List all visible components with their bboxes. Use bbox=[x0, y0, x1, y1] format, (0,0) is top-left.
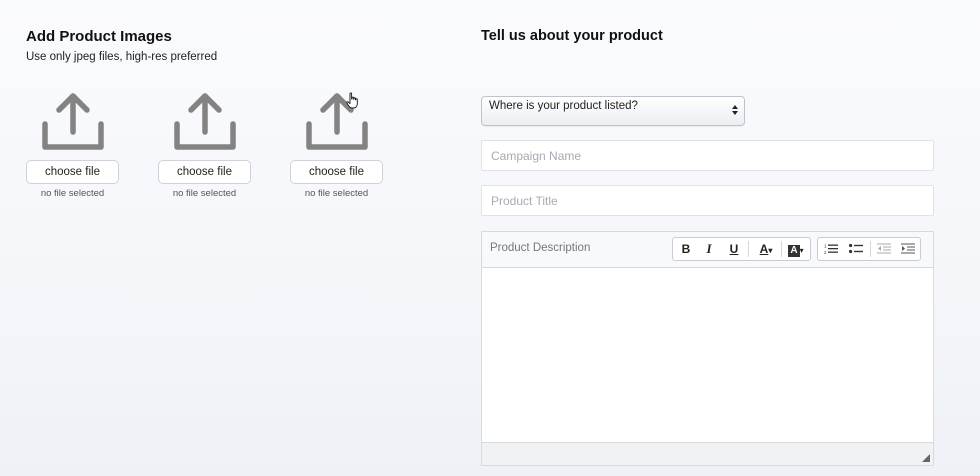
font-color-button[interactable]: A▾ bbox=[752, 238, 780, 260]
outdent-button[interactable] bbox=[873, 238, 895, 260]
toolbar-divider bbox=[781, 241, 782, 257]
upload-icon bbox=[41, 93, 104, 150]
product-description-editor: Product Description B I U A▾ A ▾ 1 2 bbox=[481, 231, 934, 466]
product-images-section: Add Product Images Use only jpeg files, … bbox=[26, 28, 446, 448]
image-uploaders: choose file no file selected choose file… bbox=[26, 90, 426, 210]
choose-file-button-1[interactable]: choose file bbox=[26, 160, 119, 184]
image-uploader-3: choose file no file selected bbox=[290, 90, 383, 199]
product-section-title: Tell us about your product bbox=[481, 28, 663, 44]
ordered-list-icon: 1 2 bbox=[824, 244, 838, 255]
underline-icon: U bbox=[729, 242, 739, 256]
indent-button[interactable] bbox=[897, 238, 919, 260]
product-title-input[interactable] bbox=[481, 185, 934, 216]
file-status-3: no file selected bbox=[304, 188, 369, 199]
image-uploader-2: choose file no file selected bbox=[158, 90, 251, 199]
list-toolbar-group: 1 2 bbox=[817, 237, 921, 261]
bold-icon: B bbox=[681, 242, 691, 256]
select-arrows-icon bbox=[732, 105, 738, 115]
upload-icon bbox=[173, 93, 236, 150]
image-uploader-1: choose file no file selected bbox=[26, 90, 119, 199]
resize-grip-icon[interactable] bbox=[922, 454, 930, 462]
product-description-label: Product Description bbox=[490, 242, 591, 254]
file-status-1: no file selected bbox=[40, 188, 105, 199]
hand-cursor-icon bbox=[346, 92, 358, 109]
choose-file-button-2[interactable]: choose file bbox=[158, 160, 251, 184]
italic-icon: I bbox=[706, 241, 712, 256]
choose-file-button-3[interactable]: choose file bbox=[290, 160, 383, 184]
ordered-list-button[interactable]: 1 2 bbox=[820, 238, 842, 260]
svg-text:2: 2 bbox=[824, 250, 827, 255]
images-section-subtitle: Use only jpeg files, high-res preferred bbox=[26, 51, 218, 63]
listing-platform-value: Where is your product listed? bbox=[489, 100, 638, 112]
caret-icon: ▾ bbox=[768, 246, 773, 255]
svg-text:1: 1 bbox=[824, 244, 827, 249]
unordered-list-button[interactable] bbox=[845, 238, 867, 260]
toolbar-divider bbox=[870, 241, 871, 257]
bold-button[interactable]: B bbox=[675, 238, 697, 260]
format-toolbar-group: B I U A▾ A ▾ bbox=[672, 237, 811, 261]
outdent-icon bbox=[877, 243, 891, 254]
unordered-list-icon bbox=[849, 243, 863, 254]
toolbar-divider bbox=[748, 241, 749, 257]
underline-button[interactable]: U bbox=[723, 238, 745, 260]
caret-icon: ▾ bbox=[799, 246, 804, 255]
campaign-name-input[interactable] bbox=[481, 140, 934, 171]
highlight-color-button[interactable]: A ▾ bbox=[783, 238, 809, 260]
highlight-color-icon: A bbox=[788, 245, 800, 257]
editor-header: Product Description B I U A▾ A ▾ 1 2 bbox=[482, 232, 933, 268]
italic-button[interactable]: I bbox=[698, 238, 720, 260]
product-details-section: Tell us about your product Where is your… bbox=[481, 28, 935, 468]
editor-footer bbox=[482, 442, 933, 465]
listing-platform-select[interactable]: Where is your product listed? bbox=[481, 96, 745, 126]
images-section-title: Add Product Images bbox=[26, 28, 172, 45]
indent-icon bbox=[901, 243, 915, 254]
file-status-2: no file selected bbox=[172, 188, 237, 199]
product-description-textarea[interactable] bbox=[482, 268, 933, 443]
